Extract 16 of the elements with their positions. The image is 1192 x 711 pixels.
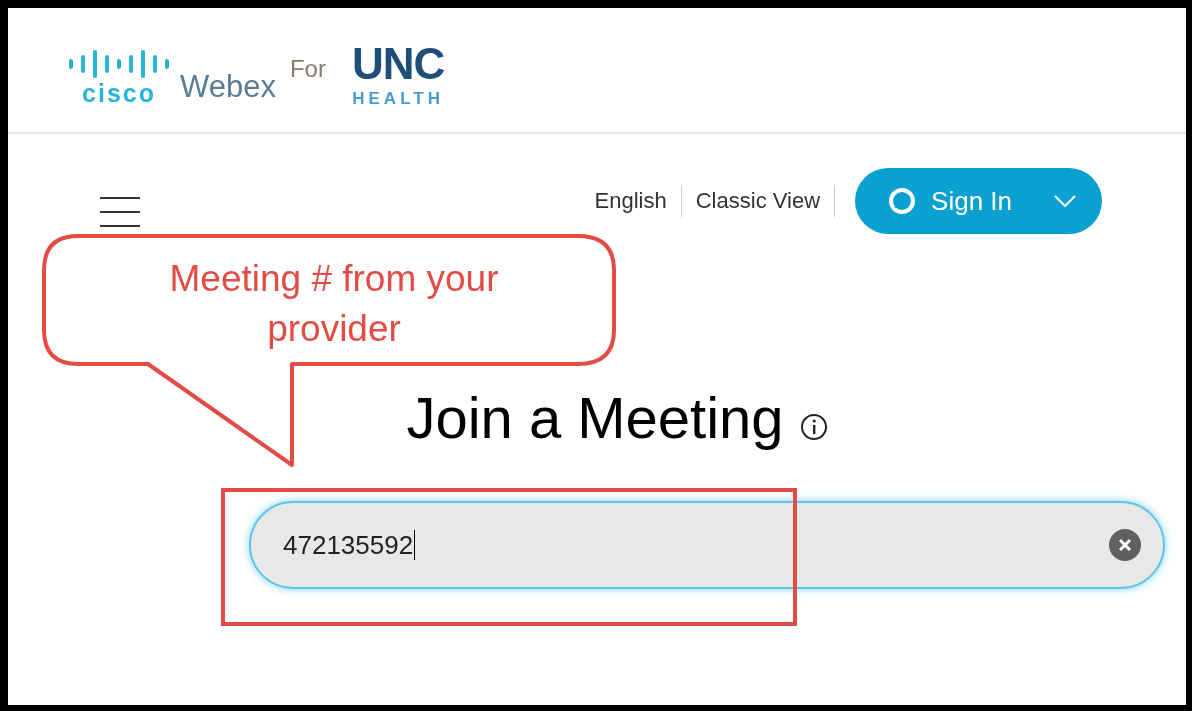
partner-logo-text: UNC (351, 41, 445, 86)
nav-link[interactable]: Classic View (695, 188, 821, 214)
callout-text: Meeting # from your provider (168, 257, 500, 351)
clear-icon[interactable] (1109, 529, 1141, 561)
page-title: Join a Meeting (406, 384, 784, 451)
cisco-bars-icon (68, 48, 170, 79)
chevron-down-icon (1054, 195, 1076, 207)
product-name: Webex (180, 69, 276, 105)
webex-ring-icon (887, 186, 918, 216)
nav-link[interactable]: English (594, 188, 667, 214)
connector-text: For (289, 55, 326, 83)
menu-icon[interactable] (100, 196, 140, 228)
info-icon[interactable] (799, 412, 828, 441)
brand-name: cisco (82, 80, 156, 106)
meeting-number-field[interactable]: 472135592 (249, 501, 1165, 589)
partner-subtitle: HEALTH (352, 89, 444, 107)
